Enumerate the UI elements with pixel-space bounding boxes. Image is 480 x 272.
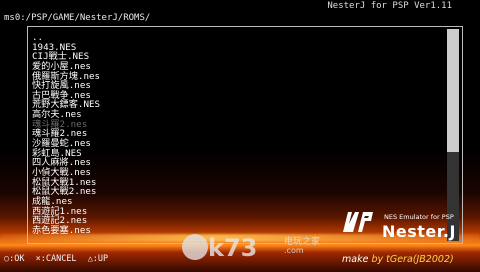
logo-name: Nester.J	[382, 222, 456, 241]
file-item[interactable]: 松鼠大戰2.nes	[32, 187, 442, 197]
credit-line: make by tGera(JB2002)	[342, 254, 454, 265]
file-item[interactable]: 彩虹島.NES	[32, 149, 442, 159]
help-ok: ○:OK	[4, 254, 25, 264]
nesterj-file-browser: NesterJ for PSP Ver1.11 ms0:/PSP/GAME/Ne…	[0, 0, 480, 272]
logo-subtitle: NES Emulator for PSP	[384, 213, 454, 221]
file-item[interactable]: 西遊記2.nes	[32, 216, 442, 226]
file-list-panel: .. 1943.NES CIJ戰士.NES 爱的小屋.nes 俄羅斯方塊.nes 快打旋風…	[27, 26, 463, 244]
file-item[interactable]: CIJ戰士.NES	[32, 52, 442, 62]
watermark-text: k73	[208, 234, 258, 262]
nesterj-logo-icon	[343, 212, 373, 232]
scrollbar-thumb[interactable]	[447, 29, 459, 152]
help-bar: ○:OK ×:CANCEL △:UP	[4, 254, 114, 264]
file-item[interactable]: 西遊記1.nes	[32, 206, 442, 217]
current-path: ms0:/PSP/GAME/NesterJ/ROMS/	[4, 13, 151, 23]
file-item[interactable]: 俄羅斯方塊.nes	[32, 71, 442, 82]
help-up: △:UP	[87, 254, 109, 264]
window-title: NesterJ for PSP Ver1.11	[327, 1, 452, 11]
scrollbar[interactable]	[447, 29, 459, 241]
credit-author: by tGera(JB2002)	[371, 254, 454, 265]
title-bar: NesterJ for PSP Ver1.11	[0, 0, 480, 12]
watermark-badge-icon	[182, 234, 208, 260]
file-item[interactable]: 魂斗羅2.nes	[32, 120, 442, 130]
file-item[interactable]: 1943.NES	[32, 42, 442, 53]
help-cancel: ×:CANCEL	[35, 254, 77, 264]
file-list: .. 1943.NES CIJ戰士.NES 爱的小屋.nes 俄羅斯方塊.nes 快打旋風…	[32, 33, 442, 235]
file-item[interactable]: 快打旋風.nes	[32, 81, 442, 91]
file-item[interactable]: 高尔夫.nes	[32, 110, 442, 120]
file-item[interactable]: ..	[32, 33, 442, 43]
file-item[interactable]: 荒野大鏢客.NES	[32, 100, 442, 110]
file-item[interactable]: 成龍.nes	[32, 197, 442, 207]
watermark: k73 电玩之家 .com	[180, 232, 355, 268]
file-item[interactable]: 沙羅曼蛇.nes	[32, 139, 442, 149]
watermark-suffix: .com	[284, 246, 304, 255]
file-item[interactable]: 四人麻將.nes	[32, 158, 442, 168]
file-item[interactable]: 魂斗羅2.nes	[32, 129, 442, 139]
